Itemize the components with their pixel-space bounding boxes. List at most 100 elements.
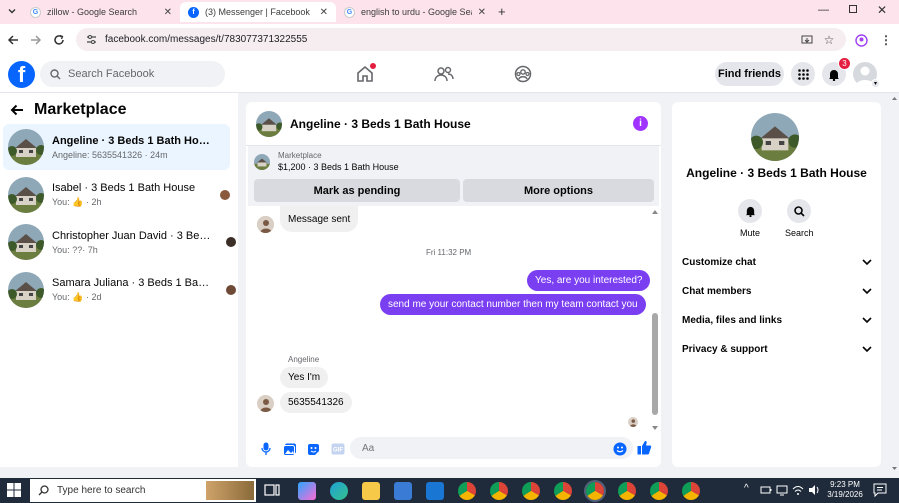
chat-avatar[interactable] bbox=[256, 110, 282, 137]
privacy-support-item[interactable]: Privacy & support bbox=[682, 344, 872, 355]
message-bubble-outgoing[interactable]: send me your contact number then my team… bbox=[380, 294, 646, 315]
profile-icon[interactable] bbox=[852, 31, 870, 49]
chevron-down-icon bbox=[862, 288, 872, 295]
chat-members-item[interactable]: Chat members bbox=[682, 286, 872, 297]
more-options-button[interactable]: More options bbox=[463, 179, 654, 202]
search-conversation-button[interactable]: Search bbox=[785, 199, 814, 238]
conversation-preview: Angeline: 5635541326 · 24m bbox=[52, 149, 168, 160]
message-bubble-incoming[interactable]: Message sent bbox=[280, 206, 359, 232]
profile-name: Angeline · 3 Beds 1 Bath House bbox=[686, 166, 867, 180]
tab-title: zillow - Google Search bbox=[47, 7, 138, 17]
store-icon[interactable] bbox=[394, 482, 412, 500]
close-tab-icon[interactable]: ✕ bbox=[164, 7, 172, 18]
menu-grid-icon[interactable] bbox=[791, 62, 815, 86]
close-tab-icon[interactable]: ✕ bbox=[478, 7, 486, 18]
notification-count-badge: 3 bbox=[838, 57, 851, 70]
listing-info[interactable]: Marketplace $1,200 · 3 Beds 1 Bath House bbox=[254, 151, 399, 172]
facebook-search-input[interactable]: Search Facebook bbox=[40, 61, 225, 87]
chat-scrollbar[interactable] bbox=[651, 208, 659, 434]
sender-avatar bbox=[257, 216, 274, 233]
wifi-icon[interactable] bbox=[792, 484, 804, 496]
bookmark-star-icon[interactable]: ☆ bbox=[820, 31, 838, 49]
notification-center-icon[interactable] bbox=[873, 483, 887, 497]
conversation-item[interactable]: Isabel · 3 Beds 1 Bath House You: 👍 · 2h bbox=[3, 172, 230, 218]
back-arrow-icon[interactable] bbox=[10, 104, 24, 116]
mail-icon[interactable] bbox=[426, 482, 444, 500]
chat-title[interactable]: Angeline · 3 Beds 1 Bath House bbox=[290, 117, 625, 131]
thumbs-up-icon: 👍 bbox=[72, 197, 84, 207]
page-scrollbar[interactable] bbox=[890, 95, 899, 475]
mute-label: Mute bbox=[739, 228, 760, 238]
chrome-icon[interactable] bbox=[458, 482, 476, 500]
account-chevron-icon[interactable]: ▾ bbox=[871, 79, 880, 88]
media-files-links-item[interactable]: Media, files and links bbox=[682, 315, 872, 326]
message-input[interactable] bbox=[350, 437, 633, 459]
close-window-button[interactable]: ✕ bbox=[877, 3, 887, 17]
volume-icon[interactable] bbox=[808, 484, 820, 496]
site-info-icon[interactable] bbox=[86, 34, 97, 45]
chrome-icon[interactable] bbox=[522, 482, 540, 500]
photo-icon[interactable] bbox=[281, 441, 298, 458]
groups-icon[interactable] bbox=[510, 62, 536, 86]
tab-messenger[interactable]: f (3) Messenger | Facebook ✕ bbox=[180, 2, 336, 22]
network-icon[interactable] bbox=[776, 484, 788, 496]
marketplace-label: Marketplace bbox=[278, 151, 322, 160]
customize-chat-item[interactable]: Customize chat bbox=[682, 257, 872, 268]
home-icon[interactable] bbox=[352, 62, 378, 86]
tab-zillow[interactable]: G zillow - Google Search ✕ bbox=[22, 2, 180, 22]
preview-prefix: You: bbox=[52, 197, 70, 207]
profile-house-avatar[interactable] bbox=[751, 113, 799, 161]
chrome-icon[interactable] bbox=[554, 482, 572, 500]
chrome-icon[interactable] bbox=[584, 480, 606, 502]
copilot-icon[interactable] bbox=[298, 482, 316, 500]
chrome-icon[interactable] bbox=[682, 482, 700, 500]
emoji-icon[interactable] bbox=[611, 440, 628, 457]
windows-start-icon[interactable] bbox=[7, 483, 21, 497]
preview-prefix: You: bbox=[52, 292, 70, 302]
chrome-icon[interactable] bbox=[490, 482, 508, 500]
browser-menu-icon[interactable]: ⋮ bbox=[877, 31, 895, 49]
message-bubble-incoming[interactable]: 5635541326 bbox=[280, 392, 352, 413]
back-arrow-icon[interactable] bbox=[4, 31, 22, 49]
task-view-icon[interactable] bbox=[264, 482, 280, 498]
close-tab-icon[interactable]: ✕ bbox=[320, 7, 328, 18]
facebook-logo-icon[interactable]: f bbox=[8, 61, 35, 88]
message-bubble-incoming[interactable]: Yes I'm bbox=[280, 367, 329, 388]
tab-english-to-urdu[interactable]: G english to urdu - Google Search ✕ bbox=[336, 2, 494, 22]
gif-icon[interactable]: GIF bbox=[329, 441, 346, 458]
friends-icon[interactable] bbox=[431, 62, 457, 86]
search-icon bbox=[38, 485, 49, 496]
conversation-name: Christopher Juan David · 3 Beds ... bbox=[52, 229, 212, 242]
new-tab-button[interactable]: + bbox=[498, 4, 506, 19]
find-friends-button[interactable]: Find friends bbox=[715, 62, 784, 86]
reload-icon[interactable] bbox=[50, 31, 68, 49]
like-thumbs-up-icon[interactable] bbox=[636, 439, 653, 456]
tab-search-icon[interactable] bbox=[4, 3, 20, 19]
tray-chevron-icon[interactable]: ^ bbox=[744, 484, 749, 494]
install-app-icon[interactable] bbox=[798, 31, 816, 49]
chrome-icon[interactable] bbox=[650, 482, 668, 500]
chrome-icon[interactable] bbox=[618, 482, 636, 500]
battery-icon[interactable] bbox=[760, 484, 772, 496]
address-bar[interactable]: facebook.com/messages/t/783077371322555 bbox=[76, 28, 846, 51]
conversation-preview: You: 👍 · 2h bbox=[52, 197, 206, 208]
sticker-icon[interactable] bbox=[305, 441, 322, 458]
clock[interactable]: 9:23 PM 3/19/2026 bbox=[823, 480, 867, 500]
mark-as-pending-button[interactable]: Mark as pending bbox=[254, 179, 460, 202]
mute-button[interactable]: Mute bbox=[738, 199, 762, 238]
tab-title: english to urdu - Google Search bbox=[361, 7, 472, 17]
forward-arrow-icon[interactable] bbox=[27, 31, 45, 49]
info-icon[interactable]: i bbox=[633, 116, 648, 131]
search-placeholder: Search Facebook bbox=[68, 68, 155, 80]
file-explorer-icon[interactable] bbox=[362, 482, 380, 500]
conversation-item[interactable]: Angeline · 3 Beds 1 Bath House Angeline:… bbox=[3, 124, 230, 170]
message-bubble-outgoing[interactable]: Yes, are you interested? bbox=[527, 270, 651, 291]
conversation-item[interactable]: Samara Juliana · 3 Beds 1 Bath H... You:… bbox=[3, 267, 236, 313]
microphone-icon[interactable] bbox=[257, 441, 274, 458]
restore-button[interactable] bbox=[849, 5, 857, 13]
taskbar-search-input[interactable]: Type here to search bbox=[30, 479, 256, 502]
edge-icon[interactable] bbox=[330, 482, 348, 500]
conversation-item[interactable]: Christopher Juan David · 3 Beds ... You:… bbox=[3, 219, 236, 265]
search-icon bbox=[787, 199, 812, 223]
minimize-button[interactable]: — bbox=[818, 4, 829, 16]
